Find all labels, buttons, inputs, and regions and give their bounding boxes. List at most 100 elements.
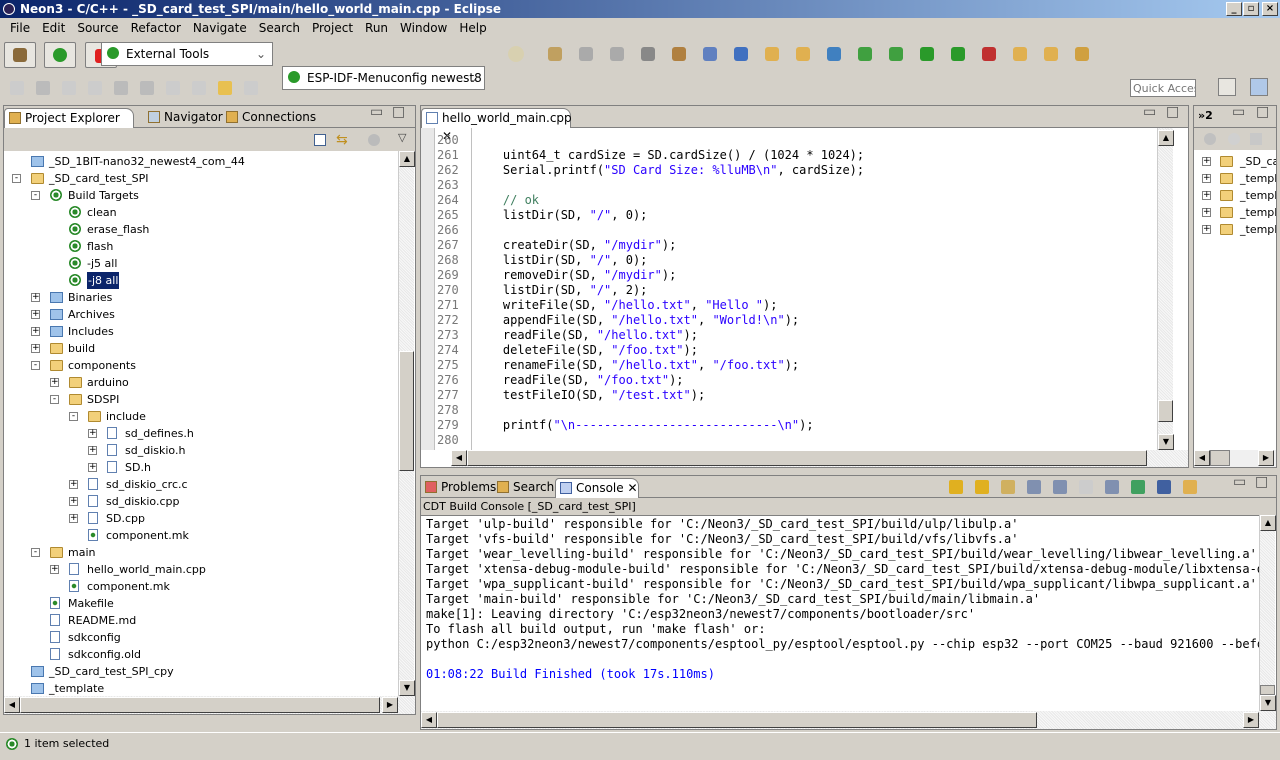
toolbar-icon[interactable] [548,47,562,61]
console-toolbar-icon[interactable] [1001,480,1015,494]
tree-item[interactable]: sdkconfig.old [4,646,398,663]
toolbar-icon[interactable] [610,47,624,61]
collapse-all-icon[interactable] [314,134,326,146]
collapse-icon[interactable]: - [12,174,21,183]
menu-navigate[interactable]: Navigate [187,18,253,38]
menu-project[interactable]: Project [306,18,359,38]
tree-item[interactable]: + sd_diskio.cpp [4,493,398,510]
toolbar-icon[interactable] [703,47,717,61]
close-icon[interactable]: ✕ [627,481,637,495]
toolbar-icon[interactable] [672,47,686,61]
console-toolbar-icon[interactable] [975,480,989,494]
expand-icon[interactable]: + [31,344,40,353]
make-target-project[interactable]: + _templa [1194,170,1276,187]
tree-item[interactable]: - components [4,357,398,374]
scroll-down-button[interactable]: ▼ [1260,695,1276,711]
edit-toolbar-icon[interactable] [140,81,154,95]
tree-item[interactable]: + SD.h [4,459,398,476]
tree-vertical-scrollbar[interactable]: ▲ ▼ [398,151,415,696]
console-toolbar-icon[interactable] [1027,480,1041,494]
maximize-icon[interactable]: □ [392,104,405,120]
tab-navigator[interactable]: Navigator [144,108,224,128]
make-target-project[interactable]: + _templa [1194,221,1276,238]
expand-icon[interactable]: + [1202,208,1211,217]
new-target-icon[interactable] [1204,133,1216,145]
edit-toolbar-icon[interactable] [192,81,206,95]
scroll-thumb[interactable] [437,712,1037,728]
tree-item[interactable]: _template [4,680,398,696]
expand-icon[interactable]: + [69,497,78,506]
toolbar-icon[interactable] [765,47,779,61]
expand-icon[interactable]: + [88,429,97,438]
minimize-icon[interactable]: ▭ [370,104,383,120]
edit-toolbar-icon[interactable] [114,81,128,95]
collapse-icon[interactable]: - [31,548,40,557]
collapse-icon[interactable]: - [50,395,59,404]
expand-icon[interactable]: + [1202,225,1211,234]
tree-item[interactable]: _SD_card_test_SPI_cpy [4,663,398,680]
expand-icon[interactable]: + [31,293,40,302]
code-area[interactable]: 260 261 uint64_t cardSize = SD.cardSize()… [421,128,1157,450]
tree-item[interactable]: clean [4,204,398,221]
collapse-icon[interactable]: - [69,412,78,421]
tree-item[interactable]: - main [4,544,398,561]
scroll-left-button[interactable]: ◀ [451,450,467,466]
make-target-project[interactable]: + _templa [1194,204,1276,221]
tree-item[interactable]: Makefile [4,595,398,612]
expand-icon[interactable]: + [1202,174,1211,183]
tree-item[interactable]: erase_flash [4,221,398,238]
console-toolbar-icon[interactable] [1053,480,1067,494]
edit-toolbar-icon[interactable] [244,81,258,95]
tree-item[interactable]: -j8 all [4,272,398,289]
menu-run[interactable]: Run [359,18,394,38]
tree-item[interactable]: + arduino [4,374,398,391]
expand-icon[interactable]: + [88,463,97,472]
console-toolbar-icon[interactable] [1105,480,1119,494]
gear-icon[interactable] [508,46,524,62]
toolbar-icon[interactable] [1044,47,1058,61]
scroll-up-button[interactable]: ▲ [1260,515,1276,531]
menu-source[interactable]: Source [71,18,124,38]
toolbar-icon[interactable] [1075,47,1089,61]
expand-icon[interactable]: + [1202,191,1211,200]
edit-toolbar-icon[interactable] [62,81,76,95]
tree-item[interactable]: README.md [4,612,398,629]
collapse-icon[interactable]: - [31,191,40,200]
menu-search[interactable]: Search [253,18,306,38]
close-button[interactable]: × [1262,2,1278,16]
make-target-project[interactable]: + _templa [1194,187,1276,204]
tab-hello-world-main[interactable]: hello_world_main.cpp ✕ [421,108,572,143]
tree-item[interactable]: + Binaries [4,289,398,306]
more-views-tab[interactable]: »2 [1198,109,1213,122]
tree-item[interactable]: component.mk [4,578,398,595]
tree-item[interactable]: + Archives [4,306,398,323]
tree-item[interactable]: - SDSPI [4,391,398,408]
editor-horizontal-scrollbar[interactable]: ◀ [451,450,1188,467]
make-target-project[interactable]: + _SD_ca [1194,153,1276,170]
open-perspective-icon[interactable] [1218,78,1236,96]
scroll-up-button[interactable]: ▲ [399,151,415,167]
view-menu-icon[interactable]: ▽ [398,131,406,144]
menu-edit[interactable]: Edit [36,18,71,38]
console-toolbar-icon[interactable] [949,480,963,494]
launch-config-combo[interactable]: ESP-IDF-Menuconfig newest8 ⌄ [282,66,485,90]
toolbar-icon[interactable] [579,47,593,61]
tree-horizontal-scrollbar[interactable]: ◀ ▶ [4,696,415,714]
filter-icon[interactable] [368,134,380,146]
quick-access-input[interactable] [1130,79,1196,97]
toolbar-icon[interactable] [796,47,810,61]
toolbar-icon[interactable] [827,47,841,61]
build-target-icon[interactable] [1228,133,1240,145]
scroll-up-button[interactable]: ▲ [1158,130,1174,146]
scroll-thumb[interactable] [1158,400,1173,422]
tree-item[interactable]: - include [4,408,398,425]
expand-icon[interactable]: + [69,514,78,523]
maximize-icon[interactable]: □ [1256,104,1269,120]
console-horizontal-scrollbar[interactable]: ◀ ▶ [421,711,1276,729]
outline-horizontal-scrollbar[interactable]: ◀ ▶ [1194,450,1276,467]
scroll-thumb[interactable] [467,450,1147,466]
tree-item[interactable]: + hello_world_main.cpp [4,561,398,578]
console-vertical-scrollbar[interactable]: ▲ ▼ [1259,515,1276,711]
scroll-down-button[interactable]: ▼ [399,680,415,696]
expand-icon[interactable]: + [69,480,78,489]
